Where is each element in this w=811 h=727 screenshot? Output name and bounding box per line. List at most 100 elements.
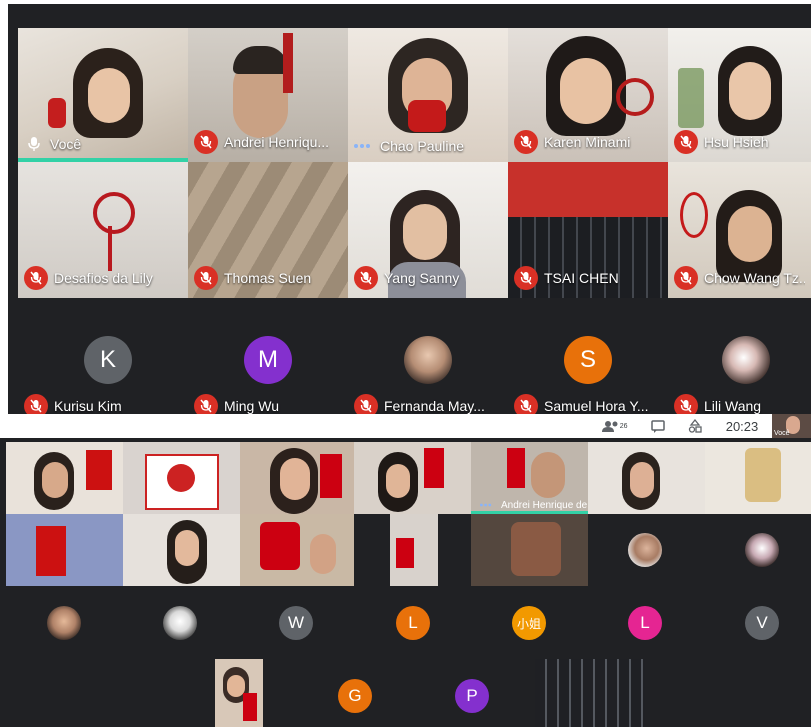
avatar-tile[interactable]: Fernanda May... [348,298,508,414]
video-tile[interactable]: Andrei Henrique de F... [471,442,588,514]
meeting-grid-top: Você Andrei Henriqu... Chao Pauline Kare… [8,4,811,414]
video-tile[interactable]: Andrei Henriqu... [188,28,348,162]
avatar[interactable] [163,606,197,640]
avatar[interactable]: L [628,606,662,640]
participant-name: Chao Pauline [380,138,465,154]
participant-name-bar: Andrei Henriqu... [194,130,342,154]
video-tile[interactable] [240,514,354,586]
avatar: S [564,336,612,384]
video-tile[interactable]: Chow Wang Tz... [668,162,811,298]
participant-name: Thomas Suen [224,270,312,286]
avatar[interactable] [47,606,81,640]
video-tile[interactable] [354,442,471,514]
shapes-icon [689,419,702,433]
participant-name: Samuel Hora Y... [544,398,649,414]
avatar [404,336,452,384]
video-tile[interactable] [588,442,705,514]
participant-name-bar: Chow Wang Tz... [674,266,805,290]
participants-count: 26 [619,422,628,430]
avatar[interactable]: 小姐 [512,606,546,640]
mic-off-icon [194,394,218,414]
mic-off-icon [674,394,698,414]
mic-off-icon [194,266,218,290]
avatar[interactable] [745,533,779,567]
video-tile[interactable]: TSAI CHEN [508,162,668,298]
participant-name: Karen Minami [544,134,631,150]
screenshot: Você Andrei Henriqu... Chao Pauline Kare… [0,0,811,727]
video-tile[interactable] [123,442,240,514]
video-tile[interactable]: Chao Pauline [348,28,508,162]
video-tile[interactable] [240,442,354,514]
participant-name-bar: TSAI CHEN [514,266,662,290]
participant-name-bar: Yang Sanny [354,266,502,290]
meeting-toolbar: 26 20:23 [590,414,770,438]
participant-name-bar: Desafios da Lily [24,266,182,290]
avatar: M [244,336,292,384]
avatar-tile[interactable]: M Ming Wu [188,298,348,414]
participant-name: Lili Wang [704,398,762,414]
video-tile[interactable]: Thomas Suen [188,162,348,298]
avatar[interactable]: P [455,679,489,713]
participant-name: Yang Sanny [384,270,460,286]
video-tile[interactable]: Desafios da Lily [18,162,188,298]
mic-on-icon [24,134,44,154]
participant-name-bar: Chao Pauline [354,138,502,154]
participant-name: Andrei Henriqu... [224,134,330,150]
video-tile[interactable]: Karen Minami [508,28,668,162]
participant-name-bar: Você [24,134,182,154]
video-tile[interactable] [705,442,811,514]
avatar: K [84,336,132,384]
mic-off-icon [674,266,698,290]
mic-off-icon [514,394,538,414]
participant-name: Andrei Henrique de F... [501,499,588,511]
avatar-tile[interactable]: S Samuel Hora Y... [508,298,668,414]
participant-name-bar: Karen Minami [514,130,662,154]
video-tile[interactable] [6,442,123,514]
avatar[interactable]: L [396,606,430,640]
video-tile[interactable]: Yang Sanny [348,162,508,298]
video-tile[interactable] [215,659,263,727]
participant-name: Você [50,136,82,152]
avatar[interactable] [628,533,662,567]
mic-off-icon [514,130,538,154]
self-view-thumbnail[interactable]: Você [772,414,811,438]
people-icon [601,421,618,432]
activities-button[interactable] [688,419,702,433]
video-tile[interactable] [471,514,588,586]
mic-off-icon [24,394,48,414]
participant-name: Fernanda May... [384,398,485,414]
speaking-indicator-icon [354,140,374,152]
meeting-grid-bottom: Andrei Henrique de F... [0,438,811,727]
chat-button[interactable] [651,419,665,433]
mic-off-icon [354,394,378,414]
participants-button[interactable]: 26 [601,420,628,432]
meeting-clock: 20:23 [725,418,759,434]
video-tile[interactable]: Hsu Hsieh [668,28,811,162]
video-tile[interactable] [390,514,438,586]
avatar[interactable]: G [338,679,372,713]
avatar[interactable]: W [279,606,313,640]
participant-name-bar: Samuel Hora Y... [514,394,662,414]
speaking-indicator-icon [480,501,494,509]
video-tile[interactable] [123,514,240,586]
participant-name: Chow Wang Tz... [704,270,805,286]
mic-off-icon [514,266,538,290]
avatar [722,336,770,384]
video-tile[interactable] [6,514,123,586]
video-tile[interactable] [535,659,645,727]
mic-off-icon [194,130,218,154]
mic-off-icon [674,130,698,154]
participant-name-bar: Kurisu Kim [24,394,182,414]
mic-off-icon [354,266,378,290]
video-tile[interactable]: Você [18,28,188,162]
participant-name-bar: Fernanda May... [354,394,502,414]
avatar-tile[interactable]: Lili Wang [668,298,811,414]
avatar[interactable]: V [745,606,779,640]
self-label: Você [774,430,790,437]
participant-name-bar: Hsu Hsieh [674,130,805,154]
participant-name: Ming Wu [224,398,279,414]
avatar-tile[interactable]: K Kurisu Kim [18,298,188,414]
participant-name: Desafios da Lily [54,270,153,286]
mic-off-icon [24,266,48,290]
participant-name: Hsu Hsieh [704,134,769,150]
